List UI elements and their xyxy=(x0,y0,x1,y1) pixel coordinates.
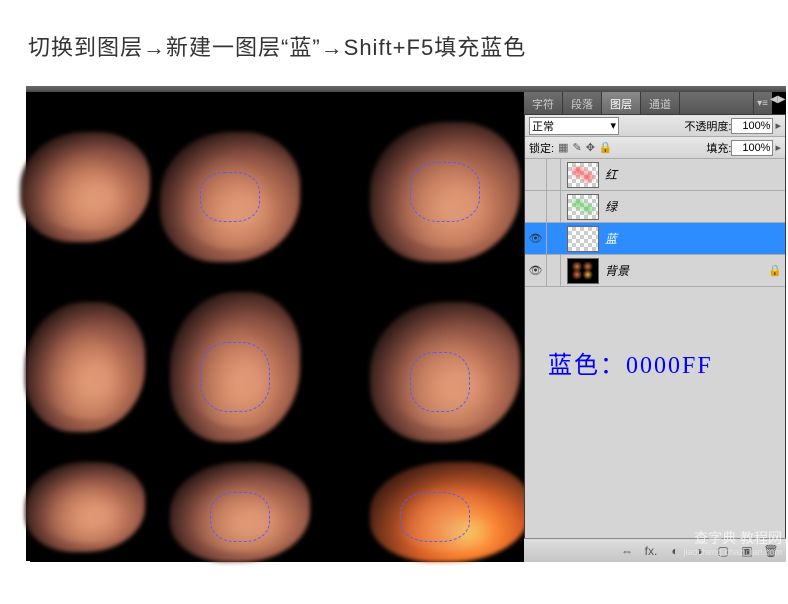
blend-mode-value: 正常 xyxy=(532,118,554,134)
watermark-main: 查字典 教程网 xyxy=(683,530,782,547)
visibility-toggle[interactable] xyxy=(525,223,547,254)
link-col[interactable] xyxy=(547,191,561,222)
lock-label: 锁定: xyxy=(529,140,554,156)
tab-layers[interactable]: 图层 xyxy=(602,92,641,114)
chevron-down-icon[interactable]: ▸ xyxy=(775,141,781,154)
fill-input[interactable]: 100% xyxy=(731,140,773,156)
lock-transparency-icon[interactable]: ▦ xyxy=(558,141,568,154)
lock-pixels-icon[interactable]: ✎ xyxy=(572,141,581,154)
collapse-icon[interactable]: ◀▶ xyxy=(770,94,785,105)
layer-row-green[interactable]: 绿 xyxy=(525,191,785,223)
flame-graphic xyxy=(170,292,300,442)
blend-row: 正常 ▾ 不透明度: 100% ▸ xyxy=(525,115,785,137)
tab-channels[interactable]: 通道 xyxy=(641,92,680,114)
link-layers-icon[interactable]: ⇔ xyxy=(618,544,636,558)
panel-menu-button[interactable]: ▾≡ xyxy=(753,92,771,114)
tab-paragraph[interactable]: 段落 xyxy=(563,92,602,114)
layer-thumbnail[interactable] xyxy=(567,162,599,188)
lock-icon-group: ▦ ✎ ✥ 🔒 xyxy=(558,141,613,154)
flame-graphic xyxy=(160,132,300,262)
visibility-toggle[interactable] xyxy=(525,255,547,286)
layers-panel: 正常 ▾ 不透明度: 100% ▸ 锁定: ▦ ✎ ✥ 🔒 填充: 100% ▸… xyxy=(524,114,786,562)
layer-row-blue[interactable]: 蓝 xyxy=(525,223,785,255)
flame-graphic xyxy=(20,132,150,242)
chevron-down-icon[interactable]: ▸ xyxy=(775,119,781,132)
link-col[interactable] xyxy=(547,223,561,254)
opacity-input[interactable]: 100% xyxy=(731,118,773,134)
chevron-down-icon: ▾ xyxy=(610,119,616,132)
lock-all-icon[interactable]: 🔒 xyxy=(599,141,613,154)
color-annotation: 蓝色：0000FF xyxy=(548,345,713,380)
layer-row-red[interactable]: 红 xyxy=(525,159,785,191)
tab-character[interactable]: 字符 xyxy=(524,92,563,114)
visibility-toggle[interactable] xyxy=(525,191,547,222)
instruction-text: 切换到图层→新建一图层“蓝”→Shift+F5填充蓝色 xyxy=(0,0,788,82)
flame-graphic xyxy=(170,462,310,562)
lock-position-icon[interactable]: ✥ xyxy=(586,141,595,154)
flame-graphic xyxy=(370,122,520,262)
flame-graphic xyxy=(25,462,145,552)
layer-row-background[interactable]: 背景 🔒 xyxy=(525,255,785,287)
visibility-toggle[interactable] xyxy=(525,159,547,190)
link-col[interactable] xyxy=(547,255,561,286)
watermark: 查字典 教程网 jiaocheng.chazidian.com xyxy=(683,530,782,558)
layer-thumbnail[interactable] xyxy=(567,194,599,220)
layer-fx-icon[interactable]: fx. xyxy=(642,544,660,558)
flame-graphic xyxy=(370,302,520,442)
layer-name[interactable]: 绿 xyxy=(605,198,785,215)
flame-graphic xyxy=(370,462,530,562)
link-col[interactable] xyxy=(547,159,561,190)
layer-thumbnail[interactable] xyxy=(567,226,599,252)
document-canvas[interactable] xyxy=(30,92,524,562)
layer-thumbnail[interactable] xyxy=(567,258,599,284)
lock-icon: 🔒 xyxy=(765,264,785,277)
layer-name[interactable]: 背景 xyxy=(605,262,765,279)
fill-label: 填充: xyxy=(706,140,731,156)
layer-name[interactable]: 红 xyxy=(605,166,785,183)
opacity-label: 不透明度: xyxy=(684,118,731,134)
lock-row: 锁定: ▦ ✎ ✥ 🔒 填充: 100% ▸ xyxy=(525,137,785,159)
flame-graphic xyxy=(25,302,145,432)
blend-mode-select[interactable]: 正常 ▾ xyxy=(529,117,619,135)
layers-list: 红 绿 蓝 背景 🔒 xyxy=(525,159,785,287)
layer-name[interactable]: 蓝 xyxy=(605,230,785,247)
layer-mask-icon[interactable]: ◐ xyxy=(666,544,684,558)
watermark-url: jiaocheng.chazidian.com xyxy=(683,547,782,558)
panel-tabs: 字符 段落 图层 通道 xyxy=(524,92,772,114)
